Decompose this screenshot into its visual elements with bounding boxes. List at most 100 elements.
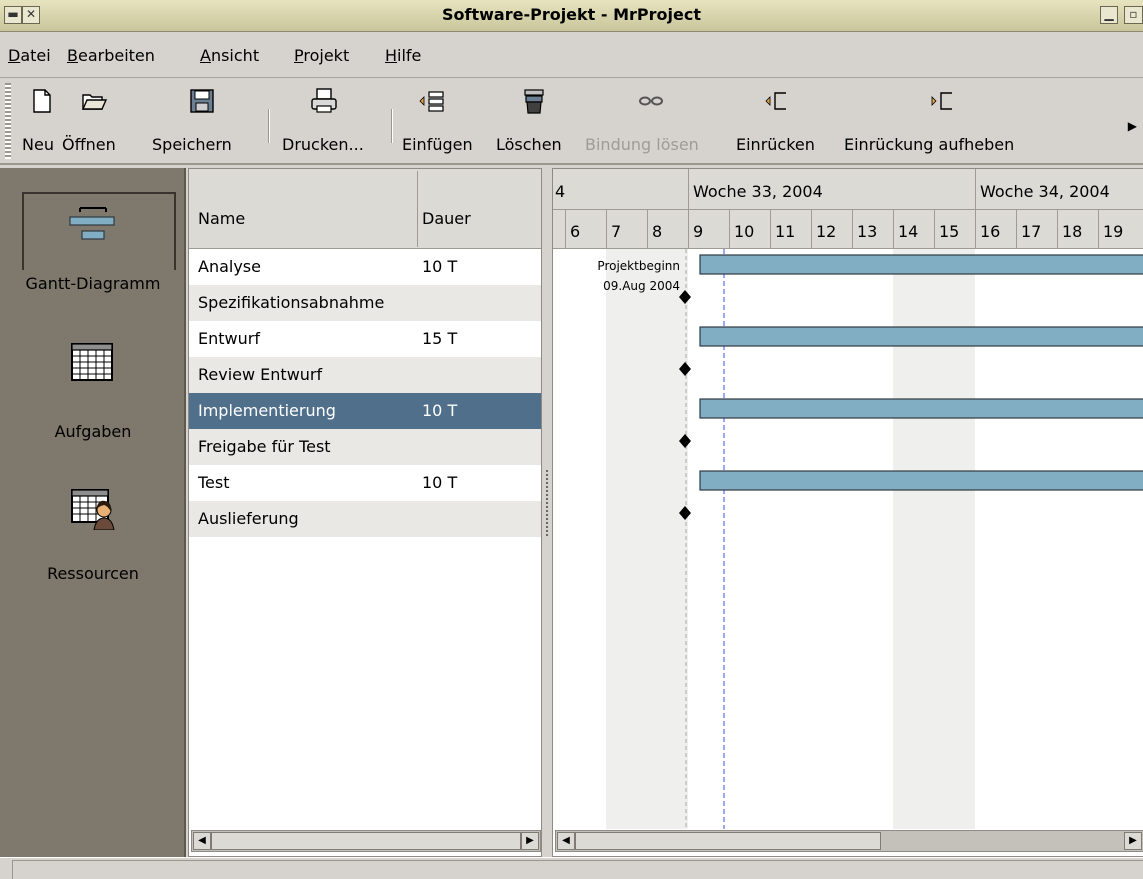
task-name: Review Entwurf	[198, 365, 323, 384]
task-name: Entwurf	[198, 329, 260, 348]
task-name: Test	[198, 473, 230, 492]
task-list-horizontal-scrollbar[interactable]: ◀ ▶	[191, 830, 541, 852]
day-label: 13	[857, 222, 877, 241]
window-title: Software-Projekt - MrProject	[442, 5, 701, 24]
scroll-right-arrow-icon[interactable]: ▶	[1124, 832, 1142, 850]
task-duration: 15 T	[422, 329, 458, 348]
scrollbar-thumb[interactable]	[575, 832, 881, 850]
task-table-icon	[71, 343, 113, 381]
menu-ansicht[interactable]: Ansicht	[200, 46, 259, 65]
menu-projekt[interactable]: Projekt	[294, 46, 349, 65]
pane-splitter[interactable]	[542, 168, 552, 857]
toolbar: Neu Öffnen Speichern Drucken... Einfügen…	[0, 79, 1143, 165]
print-label: Drucken...	[282, 135, 364, 154]
week-label-previous: 4	[555, 182, 565, 201]
task-duration: 10 T	[422, 401, 458, 420]
save-button[interactable]: Speichern	[150, 79, 262, 163]
view-sidebar: Gantt-Diagramm Aufgaben Ressourcen	[0, 168, 186, 857]
task-duration: 10 T	[422, 257, 458, 276]
scroll-left-arrow-icon[interactable]: ◀	[557, 832, 575, 850]
maximize-icon[interactable]: ▫	[1124, 6, 1143, 24]
view-gantt-button[interactable]: Gantt-Diagramm	[0, 168, 186, 308]
gantt-canvas[interactable]: 4 Woche 33, 2004 Woche 34, 2004 6 7 8 9 10 11 12 1…	[553, 169, 1143, 829]
window-titlebar[interactable]: ▬ ✕ Software-Projekt - MrProject ▁ ▫	[0, 0, 1143, 32]
printer-icon	[311, 88, 337, 113]
day-label: 14	[898, 222, 918, 241]
task-bar	[699, 398, 1143, 419]
unindent-button[interactable]: Einrückung aufheben	[842, 79, 1052, 163]
column-header-duration[interactable]: Dauer	[422, 209, 471, 228]
week-label: Woche 34, 2004	[980, 182, 1110, 201]
task-duration: 10 T	[422, 473, 458, 492]
indent-button[interactable]: Einrücken	[734, 79, 830, 163]
menu-hilfe[interactable]: Hilfe	[385, 46, 421, 65]
project-start-date: 09.Aug 2004	[603, 279, 680, 293]
task-bar	[699, 326, 1143, 347]
task-bar	[699, 470, 1143, 491]
new-document-icon	[33, 89, 51, 113]
print-button[interactable]: Drucken...	[280, 79, 385, 163]
table-row[interactable]: Spezifikationsabnahme	[189, 285, 541, 321]
unlink-icon	[639, 96, 663, 106]
folder-open-icon	[81, 94, 108, 110]
gantt-horizontal-scrollbar[interactable]: ◀ ▶	[555, 830, 1143, 852]
toolbar-separator	[391, 109, 393, 143]
table-row-selected[interactable]: Implementierung 10 T	[189, 393, 541, 429]
table-row[interactable]: Auslieferung	[189, 501, 541, 537]
scrollbar-thumb[interactable]	[211, 832, 521, 850]
task-name: Freigabe für Test	[198, 437, 331, 456]
day-label: 8	[652, 222, 662, 241]
minimize-icon[interactable]: ▁	[1100, 6, 1118, 24]
floppy-disk-icon	[190, 89, 214, 113]
view-resources-button[interactable]: Ressourcen	[0, 458, 186, 598]
splitter-grip	[546, 470, 548, 536]
status-field	[12, 860, 1143, 879]
save-label: Speichern	[152, 135, 232, 154]
day-label: 15	[939, 222, 959, 241]
table-row[interactable]: Analyse 10 T	[189, 249, 541, 285]
project-start-label: Projektbeginn	[597, 259, 680, 273]
task-name: Spezifikationsabnahme	[198, 293, 385, 312]
table-row[interactable]: Entwurf 15 T	[189, 321, 541, 357]
insert-task-button[interactable]: Einfügen	[396, 79, 488, 163]
delete-task-button[interactable]: Löschen	[494, 79, 574, 163]
day-label: 7	[611, 222, 621, 241]
open-label: Öffnen	[62, 135, 116, 154]
day-label: 11	[775, 222, 795, 241]
table-row[interactable]: Review Entwurf	[189, 357, 541, 393]
day-label: 16	[980, 222, 1000, 241]
day-label: 6	[570, 222, 580, 241]
day-label: 17	[1021, 222, 1041, 241]
menu-datei[interactable]: Datei	[8, 46, 51, 65]
unlink-button[interactable]: Bindung lösen	[583, 79, 723, 163]
column-divider[interactable]	[417, 171, 418, 247]
indent-icon	[765, 92, 786, 110]
toolbar-overflow-arrow-icon[interactable]: ▶	[1128, 119, 1137, 133]
weekend-column	[647, 249, 688, 829]
day-label: 12	[816, 222, 836, 241]
view-resources-label: Ressourcen	[47, 564, 139, 583]
view-tasks-label: Aufgaben	[54, 422, 132, 441]
scroll-right-arrow-icon[interactable]: ▶	[521, 832, 539, 850]
unindent-icon	[931, 92, 952, 110]
day-label: 10	[734, 222, 754, 241]
trash-icon	[524, 89, 544, 114]
day-label: 19	[1103, 222, 1123, 241]
insert-task-icon	[419, 91, 444, 112]
view-tasks-button[interactable]: Aufgaben	[0, 318, 186, 458]
week-label: Woche 33, 2004	[693, 182, 823, 201]
menu-bearbeiten[interactable]: Bearbeiten	[67, 46, 155, 65]
task-bar	[699, 254, 1143, 275]
day-label: 18	[1062, 222, 1082, 241]
open-button[interactable]: Öffnen	[60, 79, 150, 163]
task-list-header: Name Dauer	[189, 169, 541, 249]
gantt-chart[interactable]: 4 Woche 33, 2004 Woche 34, 2004 6 7 8 9 10 11 12 1…	[552, 168, 1143, 857]
table-row[interactable]: Test 10 T	[189, 465, 541, 501]
toolbar-grip[interactable]	[5, 83, 11, 159]
table-row[interactable]: Freigabe für Test	[189, 429, 541, 465]
scroll-left-arrow-icon[interactable]: ◀	[193, 832, 211, 850]
column-header-name[interactable]: Name	[198, 209, 245, 228]
menubar: Datei Bearbeiten Ansicht Projekt Hilfe	[0, 32, 1143, 78]
task-name: Auslieferung	[198, 509, 299, 528]
unindent-label: Einrückung aufheben	[844, 135, 1015, 154]
